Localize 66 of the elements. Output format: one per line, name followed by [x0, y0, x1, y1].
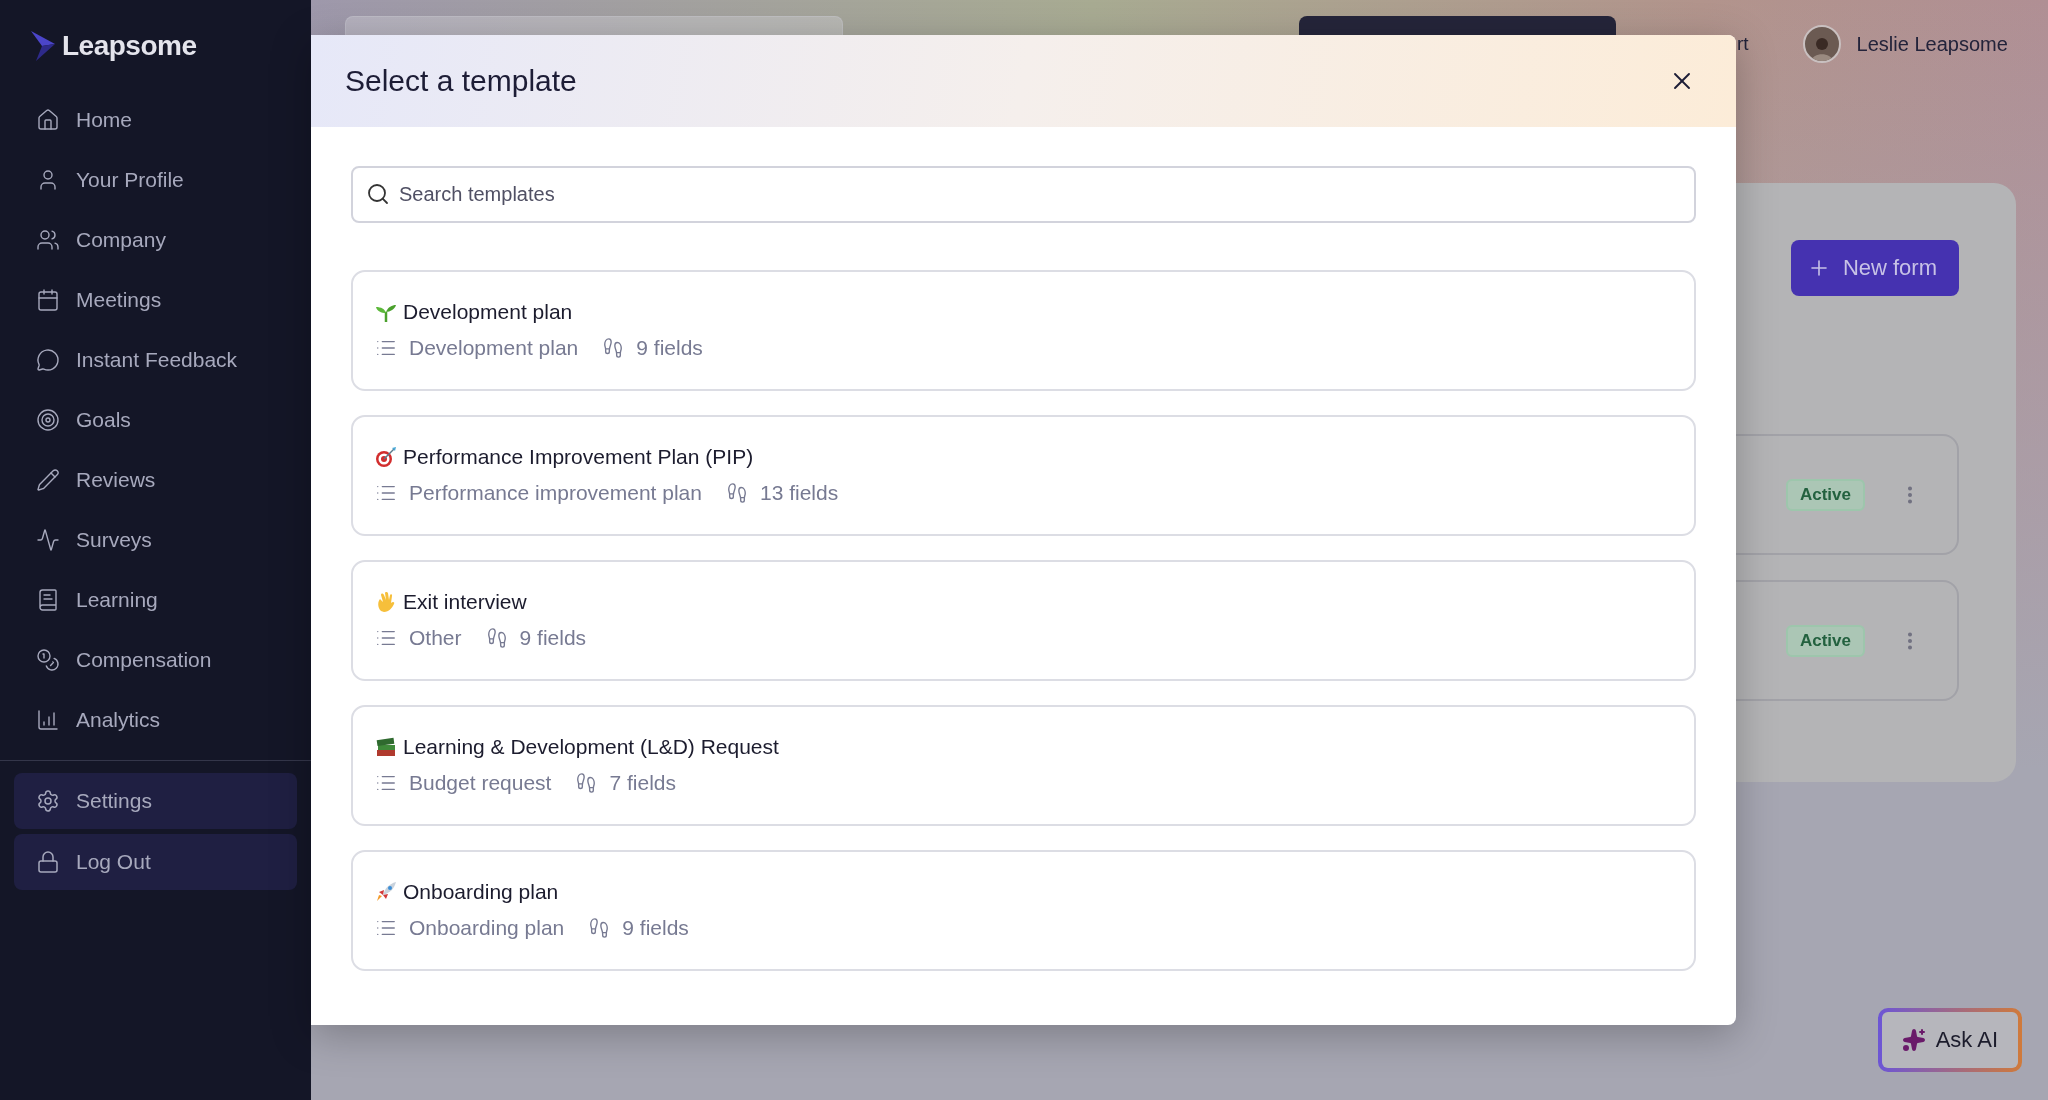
sidebar-item[interactable]: Meetings: [0, 270, 311, 330]
logo-icon: [30, 30, 56, 62]
footprints-icon: [485, 627, 508, 649]
template-title: Development plan: [403, 300, 573, 324]
sidebar-item[interactable]: Settings: [14, 773, 297, 829]
sidebar-item[interactable]: Compensation: [0, 630, 311, 690]
footprints-icon: [602, 337, 625, 359]
sidebar-item[interactable]: Reviews: [0, 450, 311, 510]
sidebar-item[interactable]: Company: [0, 210, 311, 270]
lock-icon: [36, 850, 60, 874]
new-form-button[interactable]: New form: [1790, 240, 1959, 296]
logo-text: Leapsome: [62, 30, 197, 62]
template-category: Development plan: [409, 336, 579, 360]
field-count: 9 fields: [622, 916, 689, 940]
waving-hand-icon: [375, 591, 397, 613]
status-badge: Active: [1785, 478, 1865, 511]
template-title: Learning & Development (L&D) Request: [403, 735, 779, 759]
field-count: 9 fields: [636, 336, 703, 360]
template-category: Onboarding plan: [409, 916, 565, 940]
sidebar-item[interactable]: Instant Feedback: [0, 330, 311, 390]
sidebar-item[interactable]: Your Profile: [0, 150, 311, 210]
footprints-icon: [588, 917, 611, 939]
template-title: Exit interview: [403, 590, 527, 614]
sidebar-item[interactable]: Goals: [0, 390, 311, 450]
template-category: Other: [409, 626, 462, 650]
book-icon: [36, 588, 60, 612]
template-title: Onboarding plan: [403, 880, 559, 904]
footprints-icon: [725, 482, 748, 504]
template-title: Performance Improvement Plan (PIP): [403, 445, 754, 469]
chat-bubble-icon: [36, 348, 60, 372]
sidebar-item[interactable]: Log Out: [14, 834, 297, 890]
template-category: Budget request: [409, 771, 552, 795]
coins-icon: [36, 648, 60, 672]
target-icon: [375, 446, 397, 468]
sidebar-item[interactable]: Analytics: [0, 690, 311, 750]
sidebar-item[interactable]: Surveys: [0, 510, 311, 570]
rocket-icon: [375, 881, 397, 903]
field-count: 13 fields: [759, 481, 839, 505]
sidebar-item[interactable]: Home: [0, 90, 311, 150]
target-icon: [36, 408, 60, 432]
header-link[interactable]: rt: [1737, 33, 1749, 55]
home-icon: [36, 108, 60, 132]
field-count: 7 fields: [609, 771, 676, 795]
template-card[interactable]: Exit interview Other 9 fields: [351, 560, 1696, 681]
template-card[interactable]: Development plan Development plan 9 fields: [351, 270, 1696, 391]
dialog-title: Select a template: [345, 64, 577, 98]
search-icon: [366, 182, 390, 206]
template-card[interactable]: Learning & Development (L&D) Request Budget request 7 fields: [351, 705, 1696, 826]
template-category: Performance improvement plan: [409, 481, 702, 505]
template-card[interactable]: Onboarding plan Onboarding plan 9 fields: [351, 850, 1696, 971]
pulse-icon: [36, 528, 60, 552]
field-count: 9 fields: [519, 626, 587, 650]
template-card[interactable]: Performance Improvement Plan (PIP) Performance improvement plan 13 fields: [351, 415, 1696, 536]
search-field[interactable]: Search templates: [351, 166, 1696, 223]
bar-chart-icon: [36, 708, 60, 732]
user-name[interactable]: Leslie Leapsome: [1856, 32, 2008, 56]
sparkles-icon: [1901, 1028, 1926, 1052]
status-badge: Active: [1785, 624, 1865, 657]
sidebar-item[interactable]: Learning: [0, 570, 311, 630]
footprints-icon: [575, 772, 598, 794]
settings-icon: [36, 789, 60, 813]
users-icon: [36, 228, 60, 252]
avatar[interactable]: [1802, 25, 1841, 63]
pencil-icon: [36, 468, 60, 492]
calendar-icon: [36, 288, 60, 312]
books-icon: [375, 736, 397, 758]
